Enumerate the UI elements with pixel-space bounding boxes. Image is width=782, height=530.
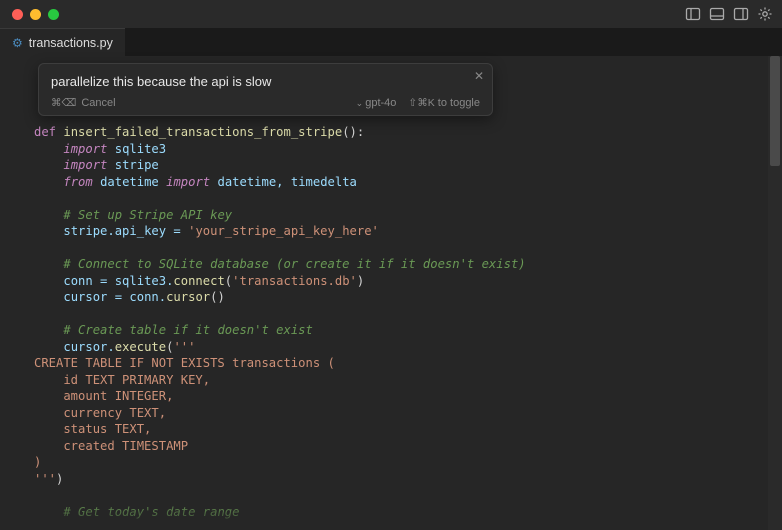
minimize-window-button[interactable] xyxy=(30,9,41,20)
close-window-button[interactable] xyxy=(12,9,23,20)
toggle-shortcut: ⇧⌘K xyxy=(408,97,434,109)
window-controls xyxy=(8,9,59,20)
panel-right-icon[interactable] xyxy=(732,5,750,23)
prompt-footer: ⌘⌫ Cancel ⌄ gpt-4o ⇧⌘K to toggle xyxy=(51,97,480,109)
tab-filename: transactions.py xyxy=(29,36,113,50)
code-content: def insert_failed_transactions_from_stri… xyxy=(0,56,782,520)
code-editor[interactable]: def insert_failed_transactions_from_stri… xyxy=(0,56,782,530)
titlebar xyxy=(0,0,782,28)
python-file-icon: ⚙ xyxy=(12,36,23,50)
settings-gear-icon[interactable] xyxy=(756,5,774,23)
toggle-hint: ⇧⌘K to toggle xyxy=(408,97,480,109)
model-selector[interactable]: ⌄ gpt-4o xyxy=(356,97,397,109)
close-icon[interactable]: ✕ xyxy=(474,70,484,82)
tab-bar: ⚙ transactions.py xyxy=(0,28,782,56)
cancel-label: Cancel xyxy=(81,97,115,109)
chevron-down-icon: ⌄ xyxy=(356,98,364,109)
vertical-scrollbar[interactable] xyxy=(768,56,782,530)
toggle-label: to toggle xyxy=(438,97,480,109)
titlebar-right-icons xyxy=(684,5,774,23)
cancel-hint[interactable]: ⌘⌫ Cancel xyxy=(51,97,116,109)
file-tab[interactable]: ⚙ transactions.py xyxy=(0,28,125,56)
panel-bottom-icon[interactable] xyxy=(708,5,726,23)
scrollbar-thumb[interactable] xyxy=(770,56,780,166)
panel-left-icon[interactable] xyxy=(684,5,702,23)
cancel-shortcut: ⌘⌫ xyxy=(51,97,76,109)
prompt-input[interactable]: parallelize this because the api is slow xyxy=(51,72,480,97)
maximize-window-button[interactable] xyxy=(48,9,59,20)
model-name: gpt-4o xyxy=(365,97,396,109)
inline-prompt-box: ✕ parallelize this because the api is sl… xyxy=(38,63,493,116)
